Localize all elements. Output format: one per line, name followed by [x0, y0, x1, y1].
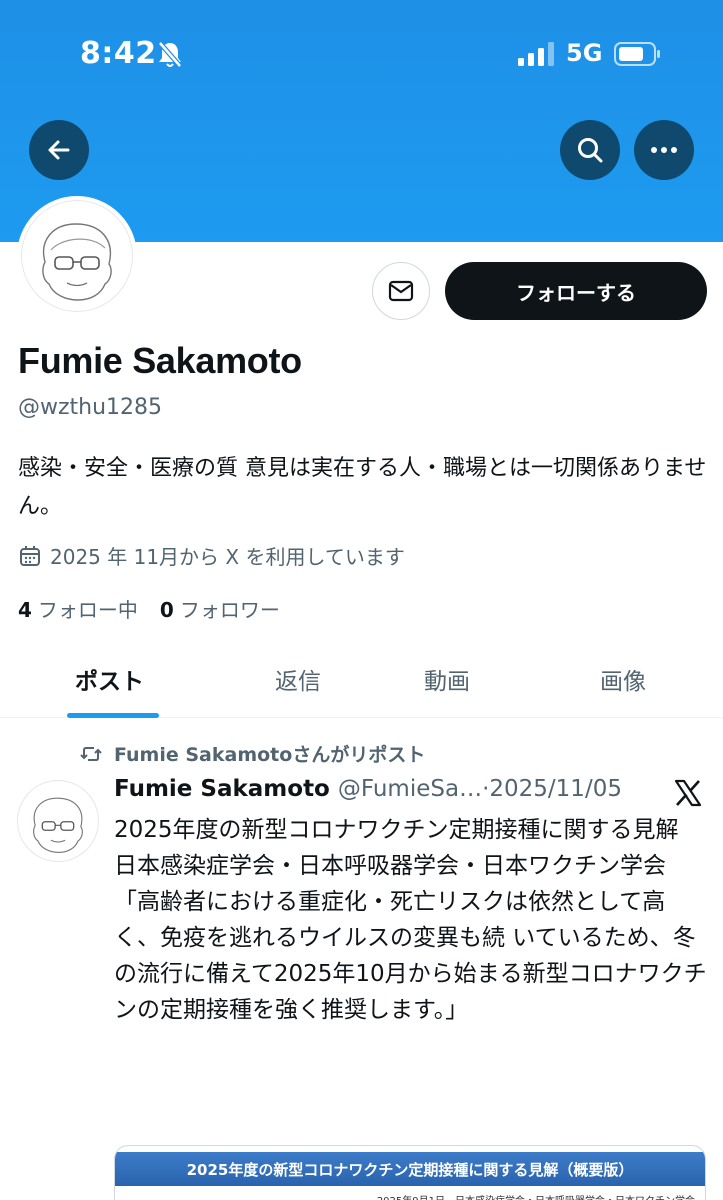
back-button[interactable]: [29, 120, 89, 180]
repost-label: Fumie Sakamotoさんがリポスト: [114, 744, 426, 766]
more-horizontal-icon: [651, 147, 677, 153]
following-link[interactable]: 4 フォロー中: [18, 594, 138, 623]
envelope-icon: [388, 280, 414, 302]
media-subtitle: 2025年9月1日 日本感染症学会・日本呼吸器学会・日本ワクチン学会: [115, 1192, 705, 1200]
tab-videos[interactable]: 動画: [424, 662, 470, 696]
post-avatar[interactable]: [17, 780, 99, 862]
followers-link[interactable]: 0 フォロワー: [160, 594, 280, 623]
profile-avatar[interactable]: [17, 196, 137, 316]
post-body: 2025年度の新型コロナワクチン定期接種に関する見解 日本感染症学会・日本呼吸器…: [114, 817, 707, 1023]
profile-handle: @wzthu1285: [18, 395, 163, 420]
post-date[interactable]: 2025/11/05: [489, 776, 622, 802]
joined-date: 2025 年 11月から X を利用しています: [18, 541, 405, 570]
profile-tabs: ポスト 返信 動画 画像: [0, 650, 723, 718]
signal-icon: [518, 42, 554, 66]
post-media-image[interactable]: 2025年度の新型コロナワクチン定期接種に関する見解（概要版） 2025年9月1…: [114, 1145, 706, 1200]
tab-active-indicator: [67, 713, 159, 718]
sketch-portrait-avatar: [33, 797, 83, 854]
following-count: 4: [18, 598, 32, 622]
status-bar: 8:42 5G: [0, 0, 723, 110]
media-title: 2025年度の新型コロナワクチン定期接種に関する見解（概要版）: [115, 1152, 705, 1186]
more-button[interactable]: [634, 120, 694, 180]
bell-muted-icon: [158, 41, 182, 68]
post-author[interactable]: Fumie Sakamoto: [114, 776, 330, 802]
search-button[interactable]: [560, 120, 620, 180]
repost-icon: [80, 746, 102, 761]
network-label: 5G: [566, 39, 603, 67]
followers-count: 0: [159, 598, 174, 622]
post-header: Fumie Sakamoto @FumieSa… · 2025/11/05: [114, 776, 622, 802]
calendar-icon: [20, 545, 40, 566]
repost-indicator[interactable]: Fumie Sakamotoさんがリポスト: [80, 740, 425, 767]
status-time: 8:42: [80, 36, 157, 71]
tab-images[interactable]: 画像: [600, 662, 646, 696]
follow-button[interactable]: フォローする: [445, 262, 707, 320]
followers-label: フォロワー: [179, 598, 280, 622]
x-logo-icon: [674, 779, 702, 807]
follow-stats: 4 フォロー中 0 フォロワー: [18, 594, 280, 623]
message-button[interactable]: [372, 262, 430, 320]
tab-posts[interactable]: ポスト: [75, 662, 144, 696]
battery-icon: [614, 42, 660, 66]
post-handle[interactable]: @FumieSa…: [338, 776, 482, 802]
search-icon: [578, 138, 603, 163]
arrow-left-icon: [48, 140, 70, 160]
tab-replies[interactable]: 返信: [275, 662, 321, 696]
post-separator: ·: [482, 776, 490, 802]
display-name: Fumie Sakamoto: [18, 340, 302, 381]
sketch-portrait-avatar: [42, 223, 112, 301]
joined-text: 2025 年 11月から X を利用しています: [50, 545, 405, 569]
following-label: フォロー中: [37, 598, 138, 622]
profile-bio: 感染・安全・医療の質 意見は実在する人・職場とは一切関係ありません。: [18, 456, 707, 519]
